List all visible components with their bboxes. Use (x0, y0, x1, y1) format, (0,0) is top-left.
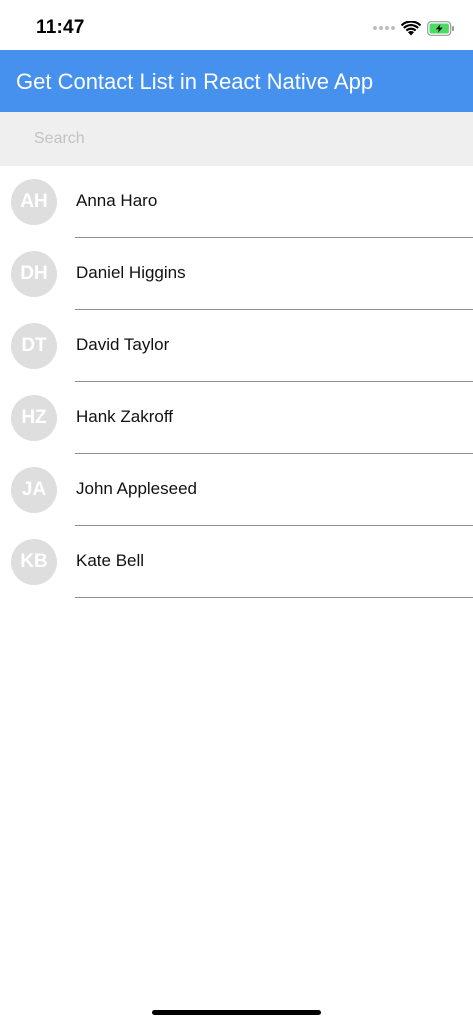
search-input[interactable] (22, 121, 464, 157)
contact-row[interactable]: DT David Taylor (0, 310, 473, 382)
contact-row[interactable]: KB Kate Bell (0, 526, 473, 598)
contact-name: John Appleseed (76, 479, 197, 498)
row-divider (75, 597, 473, 598)
contact-avatar: DT (11, 323, 57, 369)
search-bar (0, 112, 473, 166)
contact-avatar: AH (11, 179, 57, 225)
wifi-icon (401, 20, 421, 35)
contact-avatar: JA (11, 467, 57, 513)
status-bar: 11:47 (0, 0, 473, 50)
contact-avatar: DH (11, 251, 57, 297)
contact-avatar: HZ (11, 395, 57, 441)
app-title: Get Contact List in React Native App (16, 69, 374, 94)
contact-list: AH Anna Haro DH Daniel Higgins DT David … (0, 166, 473, 598)
signal-dots-icon (373, 26, 395, 30)
contact-name: Hank Zakroff (76, 407, 174, 426)
status-icons (373, 18, 455, 38)
contact-avatar: KB (11, 539, 57, 585)
status-time: 11:47 (36, 17, 85, 38)
contact-row[interactable]: AH Anna Haro (0, 166, 473, 238)
contact-name: Daniel Higgins (76, 263, 186, 282)
contact-name: David Taylor (76, 335, 170, 354)
contact-name: Kate Bell (76, 551, 145, 570)
app-header: Get Contact List in React Native App (0, 50, 473, 112)
contact-name: Anna Haro (76, 191, 158, 210)
contact-row[interactable]: JA John Appleseed (0, 454, 473, 526)
home-indicator[interactable] (152, 1010, 321, 1015)
contact-row[interactable]: DH Daniel Higgins (0, 238, 473, 310)
contact-row[interactable]: HZ Hank Zakroff (0, 382, 473, 454)
battery-charging-icon (427, 20, 454, 36)
screen: 11:47 Get Contact List in React Native A… (0, 0, 473, 1024)
